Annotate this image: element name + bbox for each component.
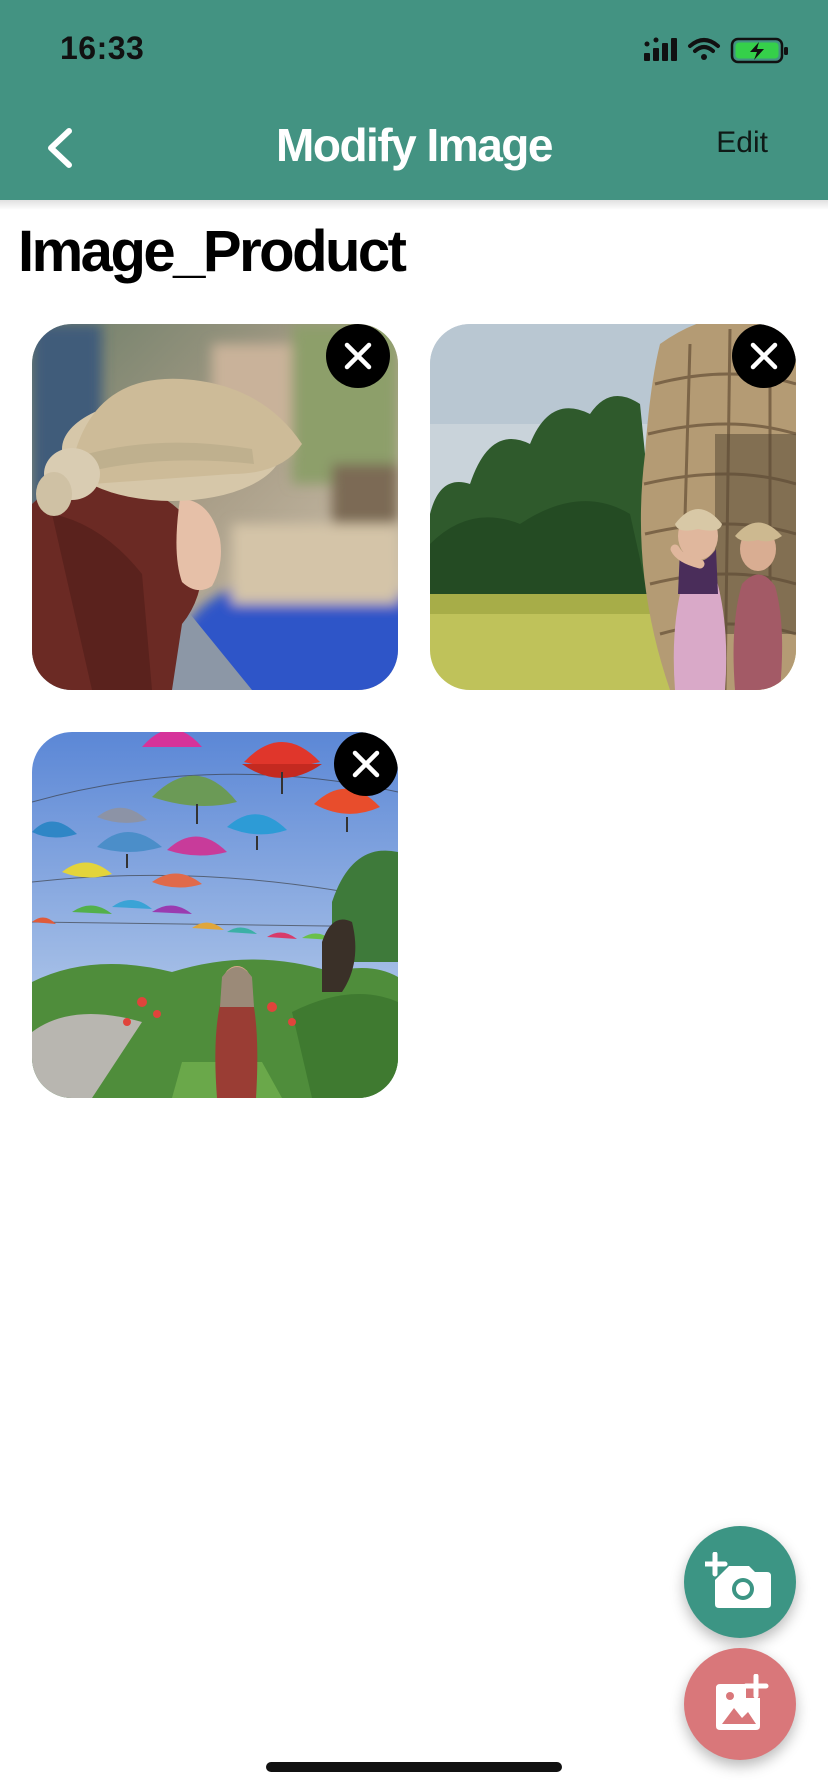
edit-button[interactable]: Edit xyxy=(716,126,768,160)
page-title: Modify Image xyxy=(276,119,553,171)
close-icon xyxy=(750,342,778,370)
close-icon xyxy=(352,750,380,778)
status-icons xyxy=(644,37,788,64)
battery-charging-icon xyxy=(730,37,788,64)
back-button[interactable] xyxy=(30,118,90,178)
home-indicator xyxy=(266,1762,562,1772)
header-bar: 16:33 Modify Image Edit xyxy=(0,0,828,200)
section-title: Image_Product xyxy=(18,219,407,284)
header-shadow xyxy=(0,200,828,210)
status-bar: 16:33 xyxy=(0,0,828,100)
add-image-icon xyxy=(716,1674,769,1730)
remove-image-button[interactable] xyxy=(732,324,796,388)
add-camera-icon xyxy=(705,1552,771,1608)
nav-bar: Modify Image Edit xyxy=(0,100,828,200)
image-thumbnail-1[interactable] xyxy=(32,324,398,690)
image-thumbnail-2[interactable] xyxy=(430,324,796,690)
cellular-signal-icon xyxy=(644,37,677,61)
add-from-camera-button[interactable] xyxy=(684,1526,796,1638)
add-from-gallery-button[interactable] xyxy=(684,1648,796,1760)
remove-image-button[interactable] xyxy=(334,732,398,796)
status-time: 16:33 xyxy=(60,30,145,66)
chevron-left-icon xyxy=(48,128,72,168)
close-icon xyxy=(344,342,372,370)
remove-image-button[interactable] xyxy=(326,324,390,388)
wifi-icon xyxy=(688,38,720,60)
image-thumbnail-3[interactable] xyxy=(32,732,398,1098)
